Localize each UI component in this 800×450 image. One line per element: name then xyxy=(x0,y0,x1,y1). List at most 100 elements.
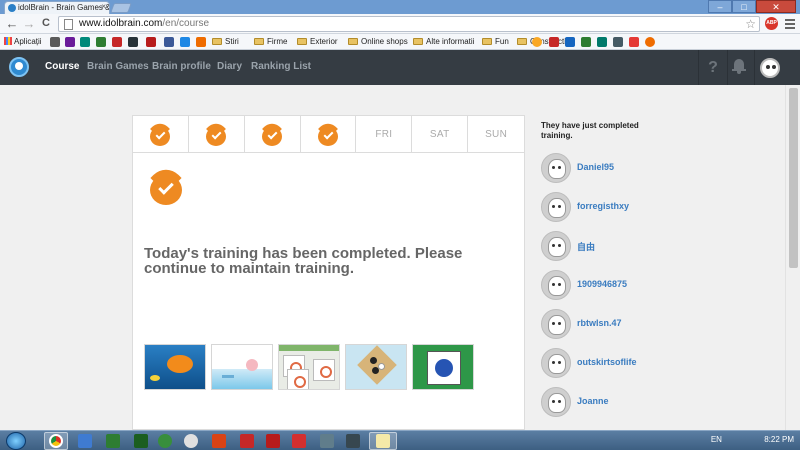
completion-message: Today's training has been completed. Ple… xyxy=(144,245,463,277)
nav-ranking-list[interactable]: Ranking List xyxy=(251,61,311,72)
flame-check-icon xyxy=(318,119,338,146)
bookmark-folder[interactable]: Alte informatii xyxy=(413,37,474,46)
maximize-button[interactable]: □ xyxy=(732,0,756,13)
nav-brain-profile[interactable]: Brain profile xyxy=(152,61,211,72)
reload-button[interactable]: C xyxy=(38,16,54,32)
recent-user[interactable]: forregisthxy xyxy=(541,192,701,222)
notification-bell-icon[interactable] xyxy=(732,59,746,74)
tab-close-icon[interactable]: × xyxy=(101,2,106,11)
nav-brain-games[interactable]: Brain Games xyxy=(87,61,149,72)
bookmark-icon[interactable] xyxy=(196,37,206,47)
flame-check-icon xyxy=(150,162,182,205)
site-navbar: Course Brain Games Brain profile Diary R… xyxy=(0,50,800,85)
page-scrollbar[interactable] xyxy=(785,85,800,430)
day-completed xyxy=(133,116,189,152)
start-button[interactable] xyxy=(6,432,26,450)
recent-user[interactable]: Joanne xyxy=(541,387,701,417)
taskbar-app-icon[interactable] xyxy=(320,434,334,448)
bookmark-icon[interactable] xyxy=(565,37,575,47)
recent-user[interactable]: 1909946875 xyxy=(541,270,701,300)
recent-user[interactable]: rbtwlsn.47 xyxy=(541,309,701,339)
page-icon xyxy=(64,19,73,30)
recent-user[interactable]: 自由 xyxy=(541,231,701,261)
bookmark-icon[interactable] xyxy=(629,37,639,47)
browser-tab[interactable]: idolBrain - Brain Games & × xyxy=(4,1,110,14)
bookmark-icon[interactable] xyxy=(96,37,106,47)
new-tab-button[interactable] xyxy=(110,3,132,13)
idolbrain-favicon-icon xyxy=(8,4,16,12)
address-bar[interactable]: www.idolbrain.com/en/course ☆ xyxy=(58,16,760,32)
scrollbar-thumb[interactable] xyxy=(789,88,798,268)
close-window-button[interactable]: ✕ xyxy=(756,0,796,13)
game-thumbnail-go[interactable] xyxy=(345,344,407,390)
day-completed xyxy=(245,116,301,152)
bookmark-star-icon[interactable]: ☆ xyxy=(745,17,756,31)
game-thumbnail-fish[interactable] xyxy=(144,344,206,390)
bookmark-icon[interactable] xyxy=(581,37,591,47)
course-page: FRI SAT SUN Today's training has been co… xyxy=(0,85,800,430)
bookmark-icon[interactable] xyxy=(597,37,607,47)
clock[interactable]: 8:22 PM xyxy=(764,435,794,444)
bookmark-icon[interactable] xyxy=(613,37,623,47)
minimize-button[interactable]: – xyxy=(708,0,732,13)
user-avatar-icon xyxy=(541,231,571,261)
taskbar-app-icon[interactable] xyxy=(134,434,148,448)
excel-icon[interactable] xyxy=(106,434,120,448)
nav-diary[interactable]: Diary xyxy=(217,61,242,72)
game-thumbnails xyxy=(144,344,479,390)
taskbar-app-icon[interactable] xyxy=(266,434,280,448)
folder-label: Fun xyxy=(495,37,509,46)
bookmark-icon[interactable] xyxy=(128,37,138,47)
game-thumbnail-cards[interactable] xyxy=(412,344,474,390)
nav-course[interactable]: Course xyxy=(45,61,79,72)
bookmark-icon[interactable] xyxy=(146,37,156,47)
recent-user[interactable]: outskirtsoflife xyxy=(541,348,701,378)
language-indicator[interactable]: EN xyxy=(711,435,722,444)
bookmark-icon[interactable] xyxy=(549,37,559,47)
url-host: www.idolbrain.com xyxy=(79,18,163,29)
acrobat-icon[interactable] xyxy=(292,434,306,448)
taskbar-app-icon[interactable] xyxy=(78,434,92,448)
idolbrain-logo[interactable] xyxy=(9,57,29,77)
taskbar-app-icon[interactable] xyxy=(240,434,254,448)
bookmark-folder[interactable]: Constructii xyxy=(517,37,568,46)
bookmark-folder[interactable]: Exterior xyxy=(297,37,338,46)
user-avatar[interactable] xyxy=(760,58,780,78)
bookmark-icon[interactable] xyxy=(645,37,655,47)
back-button[interactable]: ← xyxy=(4,16,20,32)
folder-label: Exterior xyxy=(310,37,338,46)
user-name: Joanne xyxy=(577,396,609,406)
user-avatar-icon xyxy=(541,153,571,183)
bookmark-folder[interactable]: Stiri xyxy=(212,37,239,46)
bookmark-icon[interactable] xyxy=(112,37,122,47)
bookmark-icon[interactable] xyxy=(80,37,90,47)
folder-icon xyxy=(348,38,358,45)
bookmark-icon[interactable] xyxy=(180,37,190,47)
help-icon[interactable]: ? xyxy=(703,58,723,78)
taskbar-app-icon[interactable] xyxy=(184,434,198,448)
bookmark-icon[interactable] xyxy=(50,37,60,47)
recent-user[interactable]: Daniel95 xyxy=(541,153,701,183)
adblock-plus-icon[interactable]: ABP xyxy=(765,17,778,30)
browser-menu-icon[interactable] xyxy=(784,17,796,29)
taskbar-app-icon[interactable] xyxy=(346,434,360,448)
forward-button[interactable]: → xyxy=(21,16,37,32)
taskbar-app-icon[interactable] xyxy=(158,434,172,448)
game-thumbnail-drop[interactable] xyxy=(211,344,273,390)
bookmark-folder[interactable]: Fun xyxy=(482,37,509,46)
bookmark-folder[interactable]: Online shops xyxy=(348,37,408,46)
game-thumbnail-tiles[interactable] xyxy=(278,344,340,390)
day-sun: SUN xyxy=(485,128,508,140)
taskbar-app-icon[interactable] xyxy=(376,434,390,448)
bookmark-icon[interactable] xyxy=(532,37,542,47)
nav-divider xyxy=(727,50,728,85)
apps-bookmark[interactable]: Aplicații xyxy=(4,37,42,46)
bookmark-icon[interactable] xyxy=(65,37,75,47)
facebook-icon[interactable] xyxy=(164,37,174,47)
bookmark-folder[interactable]: Firme xyxy=(254,37,287,46)
day-sat: SAT xyxy=(412,116,469,152)
chrome-icon[interactable] xyxy=(49,434,63,448)
user-avatar-icon xyxy=(541,309,571,339)
taskbar-app-icon[interactable] xyxy=(212,434,226,448)
flame-check-icon xyxy=(262,119,283,146)
